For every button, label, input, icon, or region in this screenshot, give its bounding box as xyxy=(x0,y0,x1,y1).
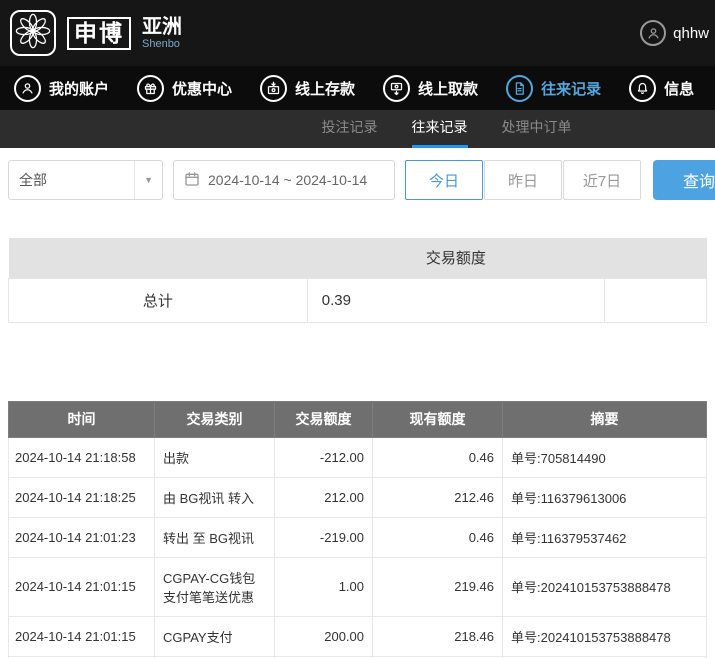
summary-table: 交易额度 总计 0.39 xyxy=(8,238,707,323)
user-account-area[interactable]: qhhw xyxy=(640,20,709,46)
tab-pending-orders[interactable]: 处理中订单 xyxy=(502,110,572,148)
transactions-section: 时间 交易类别 交易额度 现有额度 摘要 2024-10-14 21:18:58… xyxy=(8,401,707,658)
date-range-input[interactable]: 2024-10-14 ~ 2024-10-14 xyxy=(173,160,395,200)
col-header-time: 时间 xyxy=(9,401,155,437)
nav-item-label: 线上存款 xyxy=(295,78,355,99)
nav-item-transactions[interactable]: 往来记录 xyxy=(506,75,601,102)
summary-total-value: 0.39 xyxy=(307,278,604,322)
table-row: 2024-10-14 21:01:15CGPAY支付200.00218.46单号… xyxy=(9,616,707,656)
summary-header-spacer xyxy=(9,238,308,278)
table-cell: 单号:202410153753888478 xyxy=(503,616,707,656)
table-cell: 0.46 xyxy=(373,517,503,557)
table-cell: 单号:202410153753888478 xyxy=(503,557,707,616)
quick-range-group: 今日 昨日 近7日 xyxy=(405,160,641,200)
bell-icon xyxy=(629,75,656,102)
nav-item-label: 线上取款 xyxy=(418,78,478,99)
transactions-header-row: 时间 交易类别 交易额度 现有额度 摘要 xyxy=(9,401,707,437)
brand-subtitle: Shenbo xyxy=(142,38,182,50)
tab-bet-records[interactable]: 投注记录 xyxy=(322,110,378,148)
user-avatar-icon xyxy=(640,20,666,46)
nav-item-messages[interactable]: 信息 xyxy=(629,75,694,102)
table-cell: -212.00 xyxy=(275,437,373,477)
col-header-summary: 摘要 xyxy=(503,401,707,437)
table-cell: 2024-10-14 21:01:15 xyxy=(9,616,155,656)
summary-section: 交易额度 总计 0.39 xyxy=(8,238,707,323)
brand-region-block: 亚洲 Shenbo xyxy=(142,16,182,50)
category-select[interactable]: 全部 ▼ xyxy=(8,160,163,200)
topbar: 申博 亚洲 Shenbo qhhw xyxy=(0,0,715,66)
category-select-value: 全部 xyxy=(19,170,47,190)
today-button[interactable]: 今日 xyxy=(405,160,483,200)
summary-header-spacer xyxy=(605,238,707,278)
subnav: 投注记录 往来记录 处理中订单 xyxy=(0,110,715,148)
table-cell: -219.00 xyxy=(275,517,373,557)
table-cell: 212.46 xyxy=(373,477,503,517)
col-header-balance: 现有额度 xyxy=(373,401,503,437)
yesterday-button[interactable]: 昨日 xyxy=(484,160,562,200)
col-header-amount: 交易额度 xyxy=(275,401,373,437)
calendar-icon xyxy=(184,171,200,190)
withdraw-icon xyxy=(383,75,410,102)
summary-empty-cell xyxy=(605,278,707,322)
table-cell: 出款 xyxy=(155,437,275,477)
col-header-type: 交易类别 xyxy=(155,401,275,437)
brand-name: 申博 xyxy=(67,17,131,50)
table-cell: 200.00 xyxy=(275,616,373,656)
table-cell: CGPAY支付 xyxy=(155,616,275,656)
table-cell: 2024-10-14 21:01:15 xyxy=(9,557,155,616)
table-cell: 单号:116379613006 xyxy=(503,477,707,517)
table-cell: 由 BG视讯 转入 xyxy=(155,477,275,517)
table-cell: 2024-10-14 21:18:25 xyxy=(9,477,155,517)
table-cell: 转出 至 BG视讯 xyxy=(155,517,275,557)
nav-item-withdraw[interactable]: 线上取款 xyxy=(383,75,478,102)
table-cell: 0.46 xyxy=(373,437,503,477)
search-button[interactable]: 查询 xyxy=(653,160,715,200)
summary-total-row: 总计 0.39 xyxy=(9,278,707,322)
table-cell: 2024-10-14 21:18:58 xyxy=(9,437,155,477)
summary-total-label: 总计 xyxy=(9,278,308,322)
table-cell: 219.46 xyxy=(373,557,503,616)
tab-transaction-records[interactable]: 往来记录 xyxy=(412,110,468,148)
nav-item-label: 我的账户 xyxy=(49,78,109,99)
transactions-body: 2024-10-14 21:18:58出款-212.000.46单号:70581… xyxy=(9,437,707,658)
transactions-table: 时间 交易类别 交易额度 现有额度 摘要 2024-10-14 21:18:58… xyxy=(8,401,707,658)
table-cell: 2024-10-14 21:01:23 xyxy=(9,517,155,557)
table-cell: 单号:116379537462 xyxy=(503,517,707,557)
deposit-icon xyxy=(260,75,287,102)
table-row: 2024-10-14 21:18:25由 BG视讯 转入212.00212.46… xyxy=(9,477,707,517)
summary-header-label: 交易额度 xyxy=(307,238,604,278)
user-icon xyxy=(14,75,41,102)
table-cell: 212.00 xyxy=(275,477,373,517)
flower-icon xyxy=(14,12,52,55)
summary-header-row: 交易额度 xyxy=(9,238,707,278)
main-nav: 我的账户 优惠中心 线上存款 线上取款 往来记录 信息 xyxy=(0,66,715,110)
gift-icon xyxy=(137,75,164,102)
table-row: 2024-10-14 21:01:23转出 至 BG视讯-219.000.46单… xyxy=(9,517,707,557)
table-cell: 218.46 xyxy=(373,616,503,656)
nav-item-label: 往来记录 xyxy=(541,78,601,99)
records-icon xyxy=(506,75,533,102)
filter-bar: 全部 ▼ 2024-10-14 ~ 2024-10-14 今日 昨日 近7日 查… xyxy=(0,148,715,212)
table-cell: 1.00 xyxy=(275,557,373,616)
nav-item-label: 信息 xyxy=(664,78,694,99)
nav-item-label: 优惠中心 xyxy=(172,78,232,99)
nav-item-deposit[interactable]: 线上存款 xyxy=(260,75,355,102)
last7days-button[interactable]: 近7日 xyxy=(563,160,641,200)
brand-logo xyxy=(10,10,56,56)
table-cell: CGPAY-CG钱包支付笔笔送优惠 xyxy=(155,557,275,616)
table-cell: 单号:705814490 xyxy=(503,437,707,477)
date-range-value: 2024-10-14 ~ 2024-10-14 xyxy=(208,172,367,188)
username: qhhw xyxy=(673,25,709,42)
nav-item-my-account[interactable]: 我的账户 xyxy=(14,75,109,102)
nav-item-promotions[interactable]: 优惠中心 xyxy=(137,75,232,102)
table-row: 2024-10-14 21:01:15CGPAY-CG钱包支付笔笔送优惠1.00… xyxy=(9,557,707,616)
chevron-down-icon: ▼ xyxy=(134,161,162,199)
table-row: 2024-10-14 21:18:58出款-212.000.46单号:70581… xyxy=(9,437,707,477)
brand-region: 亚洲 xyxy=(142,16,182,38)
